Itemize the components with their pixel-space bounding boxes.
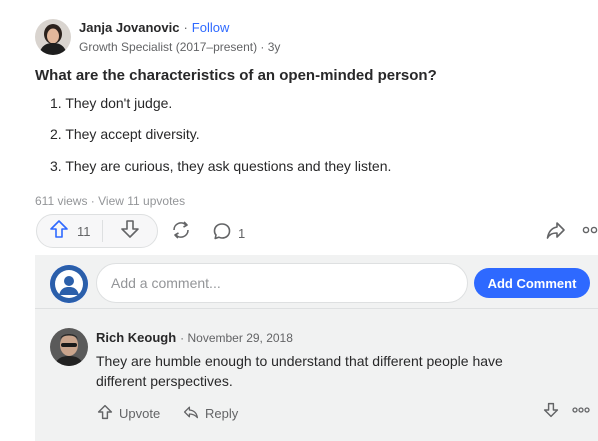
vote-pill: 11 xyxy=(36,214,158,248)
comment-bubble-icon xyxy=(212,221,232,246)
author-name[interactable]: Janja Jovanovic xyxy=(79,20,179,35)
answer-item: 1. They don't judge. xyxy=(50,95,173,111)
comment-text-line: different perspectives. xyxy=(96,373,233,389)
comment-section-divider xyxy=(35,308,598,309)
downvote-icon xyxy=(543,402,559,423)
separator-dot: · xyxy=(183,20,188,35)
downvote-button[interactable] xyxy=(103,215,157,247)
view-stats[interactable]: 611 views · View 11 upvotes xyxy=(35,194,185,208)
commenter-name[interactable]: Rich Keough xyxy=(96,330,176,345)
author-credential: Growth Specialist (2017–present) · 3y xyxy=(79,40,281,54)
reply-icon xyxy=(183,404,199,423)
upvote-count: 11 xyxy=(76,223,91,239)
more-icon xyxy=(582,223,598,242)
upvote-icon xyxy=(49,219,69,244)
comment-text-line: They are humble enough to understand tha… xyxy=(96,353,503,369)
commenter-avatar[interactable] xyxy=(50,328,88,366)
author-avatar[interactable] xyxy=(35,19,71,55)
more-options-button[interactable] xyxy=(582,225,598,239)
add-comment-button[interactable]: Add Comment xyxy=(474,268,590,298)
answer-item: 3. They are curious, they ask questions … xyxy=(50,158,392,174)
share-rotate-button[interactable] xyxy=(168,219,194,246)
more-icon xyxy=(572,403,590,421)
comment-reply-button[interactable]: Reply xyxy=(183,404,238,423)
upvote-icon xyxy=(97,404,113,423)
comment-date[interactable]: · November 29, 2018 xyxy=(180,331,293,345)
comment-downvote-button[interactable] xyxy=(542,402,560,423)
comment-upvote-label: Upvote xyxy=(119,406,161,421)
question-title[interactable]: What are the characteristics of an open-… xyxy=(35,67,437,84)
current-user-avatar xyxy=(50,265,88,303)
comment-reply-label: Reply xyxy=(205,406,239,421)
upvote-button[interactable]: 11 xyxy=(37,215,102,247)
comment-input[interactable]: Add a comment... xyxy=(96,263,468,303)
downvote-icon xyxy=(120,219,140,244)
comment-count: 1 xyxy=(238,226,246,241)
comment-upvote-button[interactable]: Upvote xyxy=(97,404,160,423)
follow-button[interactable]: Follow xyxy=(192,20,230,35)
answer-item: 2. They accept diversity. xyxy=(50,126,200,142)
share-button[interactable] xyxy=(545,221,567,243)
comment-button[interactable]: 1 xyxy=(212,221,245,246)
share-arrow-icon xyxy=(545,219,567,246)
share-rotate-icon xyxy=(170,219,192,246)
comment-more-button[interactable] xyxy=(572,406,590,418)
